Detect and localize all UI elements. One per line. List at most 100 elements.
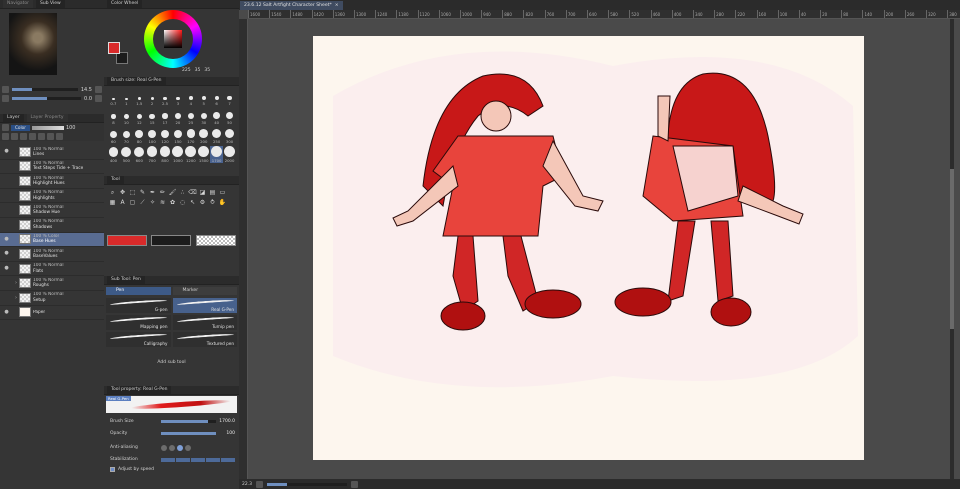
- eye-off-icon[interactable]: [3, 221, 10, 228]
- rotate-left-icon[interactable]: [2, 95, 9, 102]
- transparent-color-bar[interactable]: [196, 235, 236, 246]
- layer-row[interactable]: ● Paper: [0, 306, 104, 321]
- layer-row[interactable]: 100 % Normal Highlight Hues: [0, 174, 104, 189]
- zoom-out-icon[interactable]: [2, 86, 9, 93]
- brush-size-option[interactable]: 150: [171, 127, 184, 144]
- eyedropper-icon[interactable]: ✎: [138, 188, 147, 197]
- brush-size-option[interactable]: 400: [107, 146, 120, 163]
- brush-size-option[interactable]: 250: [210, 127, 223, 144]
- brush-size-option[interactable]: 80: [133, 127, 146, 144]
- aa-medium-icon[interactable]: [177, 444, 183, 451]
- brush-size-option[interactable]: 1: [120, 89, 133, 106]
- lock-icon[interactable]: [2, 124, 9, 131]
- tab-sub-tool[interactable]: Sub Tool: Pen: [107, 276, 145, 284]
- tab-brush-size[interactable]: Brush size: Real G-Pen: [107, 77, 166, 85]
- zoom-slider[interactable]: [12, 88, 78, 91]
- status-zoom-slider[interactable]: [267, 482, 348, 486]
- sub-tool-item[interactable]: Textured pen: [172, 332, 237, 347]
- saturation-value-square[interactable]: [164, 30, 182, 48]
- eraser-icon[interactable]: ⌫: [188, 188, 197, 197]
- aa-strong-icon[interactable]: [185, 444, 191, 451]
- layer-row[interactable]: 100 % Normal Shadows: [0, 218, 104, 233]
- adjust-speed-checkbox[interactable]: [110, 467, 115, 472]
- brush-size-option[interactable]: 700: [146, 146, 159, 163]
- brush-size-option[interactable]: 5: [197, 89, 210, 106]
- opacity-slider[interactable]: [161, 432, 216, 435]
- eye-off-icon[interactable]: [3, 177, 10, 184]
- brush-size-option[interactable]: 12: [133, 108, 146, 125]
- vertical-scrollbar[interactable]: [950, 19, 954, 479]
- eye-icon[interactable]: ●: [3, 250, 10, 257]
- brush-size-option[interactable]: 1.5: [133, 89, 146, 106]
- move-icon[interactable]: ✥: [118, 188, 127, 197]
- select-icon[interactable]: ⬚: [128, 188, 137, 197]
- eye-icon[interactable]: ●: [3, 236, 10, 243]
- brush-size-option[interactable]: 100: [146, 127, 159, 144]
- airbrush-icon[interactable]: ∴: [178, 188, 187, 197]
- brush-size-option[interactable]: 10: [120, 108, 133, 125]
- brush-size-option[interactable]: 70: [120, 127, 133, 144]
- correct-icon[interactable]: ✧: [148, 198, 157, 207]
- blend-mode-select[interactable]: Color: [11, 124, 30, 131]
- brush-size-option[interactable]: 300: [223, 127, 236, 144]
- pencil-icon[interactable]: ✏: [158, 188, 167, 197]
- liquify-icon[interactable]: ⥁: [208, 198, 217, 207]
- aa-weak-icon[interactable]: [169, 444, 175, 451]
- lasso-icon[interactable]: ◌: [178, 198, 187, 207]
- rotate-right-icon[interactable]: [95, 95, 102, 102]
- layer-row[interactable]: › 100 % Normal Roughs: [0, 276, 104, 291]
- layer-opacity-slider[interactable]: [31, 125, 64, 130]
- pen-icon[interactable]: ✒: [148, 188, 157, 197]
- brush-size-option[interactable]: 2.5: [159, 89, 172, 106]
- brush-size-option[interactable]: 1200: [184, 146, 197, 163]
- gradient-icon[interactable]: ▤: [208, 188, 217, 197]
- zoom-out-status-icon[interactable]: [256, 480, 264, 488]
- blend-icon[interactable]: ≋: [158, 198, 167, 207]
- ruler-icon[interactable]: ⟋: [138, 198, 147, 207]
- eye-off-icon[interactable]: [3, 294, 10, 301]
- draft-icon[interactable]: [47, 133, 54, 140]
- reference-image[interactable]: [9, 13, 57, 75]
- tab-sub-view[interactable]: Sub View: [36, 0, 65, 8]
- brush-size-option[interactable]: 170: [184, 127, 197, 144]
- eye-off-icon[interactable]: [3, 163, 10, 170]
- brush-size-option[interactable]: 30: [197, 108, 210, 125]
- sub-tool-item[interactable]: Real G-Pen: [172, 298, 237, 313]
- brush-size-option[interactable]: 7: [223, 89, 236, 106]
- new-layer-icon[interactable]: [2, 133, 9, 140]
- eye-off-icon[interactable]: [3, 192, 10, 199]
- zoom-icon[interactable]: ⌕: [108, 188, 117, 197]
- brush-size-option[interactable]: 2000: [223, 146, 236, 163]
- eye-off-icon[interactable]: [3, 207, 10, 214]
- layer-row[interactable]: ● 100 % Normal BaseValues: [0, 247, 104, 262]
- brush-size-option[interactable]: 1700: [210, 146, 224, 163]
- canvas-paper[interactable]: [313, 36, 864, 460]
- status-zoom[interactable]: 22.3: [242, 482, 252, 487]
- eye-off-icon[interactable]: [3, 280, 10, 287]
- group-pen[interactable]: Pen: [106, 287, 171, 295]
- new-folder-icon[interactable]: [11, 133, 18, 140]
- brush-size-option[interactable]: 0.7: [107, 89, 120, 106]
- frame-icon[interactable]: ▦: [108, 198, 117, 207]
- brush-size-option[interactable]: 17: [159, 108, 172, 125]
- hand-icon[interactable]: ✋: [218, 198, 227, 207]
- sub-tool-item[interactable]: Mapping pen: [106, 315, 171, 330]
- eye-icon[interactable]: ●: [3, 265, 10, 272]
- main-color-bar[interactable]: [107, 235, 147, 246]
- brush-size-option[interactable]: 200: [197, 127, 210, 144]
- brush-size-option[interactable]: 4: [184, 89, 197, 106]
- layer-row[interactable]: 100 % Normal Text Steps Tide + Trace: [0, 160, 104, 175]
- sub-tool-item[interactable]: Turnip pen: [172, 315, 237, 330]
- brush-size-option[interactable]: 1500: [197, 146, 210, 163]
- hue-ring[interactable]: [144, 10, 202, 68]
- brush-size-option[interactable]: 20: [171, 108, 184, 125]
- eye-icon[interactable]: ●: [3, 148, 10, 155]
- clip-icon[interactable]: [38, 133, 45, 140]
- brush-size-option[interactable]: 3: [171, 89, 184, 106]
- brush-size-option[interactable]: 60: [107, 127, 120, 144]
- tab-navigator[interactable]: Navigator: [3, 0, 34, 8]
- sub-tool-item[interactable]: G-pen: [106, 298, 171, 313]
- brush-size-option[interactable]: 600: [133, 146, 146, 163]
- brush-size-option[interactable]: 15: [146, 108, 159, 125]
- object-icon[interactable]: ↖: [188, 198, 197, 207]
